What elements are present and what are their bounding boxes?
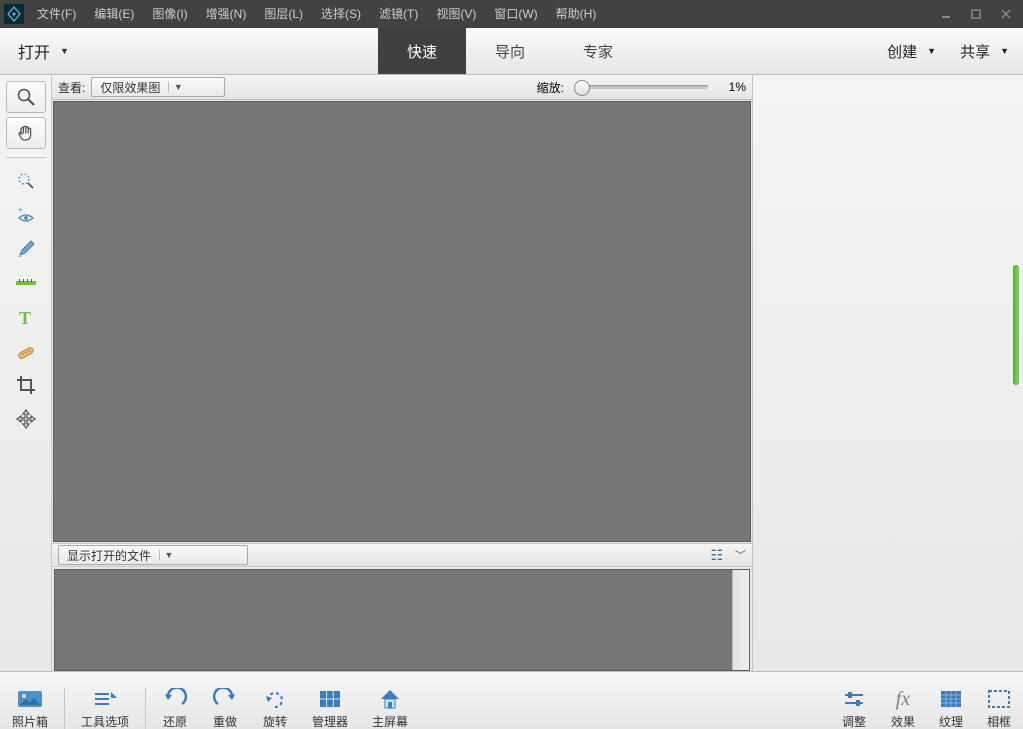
tool-options-label: 工具选项 [81,713,129,729]
tab-guided[interactable]: 导向 [466,28,554,74]
menu-window[interactable]: 窗口(W) [485,0,546,28]
zoom-value: 1% [716,80,746,94]
zoom-label: 缩放: [537,79,564,96]
menu-select[interactable]: 选择(S) [312,0,370,28]
eye-tool[interactable]: + [7,200,45,230]
photo-bin-strip[interactable] [54,569,750,671]
panel-scroll-indicator[interactable] [1013,265,1019,385]
minimize-button[interactable] [933,5,959,23]
share-label: 共享 [960,41,990,62]
textures-button[interactable]: 纹理 [927,678,975,729]
quick-select-tool[interactable] [7,166,45,196]
straighten-tool[interactable] [7,268,45,298]
zoom-tool[interactable] [6,81,46,113]
move-tool[interactable] [7,404,45,434]
redo-icon [212,685,238,713]
redo-button[interactable]: 重做 [200,678,250,729]
tool-column: + T [0,75,52,671]
effects-button[interactable]: fx 效果 [879,678,927,729]
view-options-bar: 查看: 仅限效果图 ▼ 缩放: 1% [52,75,752,100]
photo-bin-label: 照片箱 [12,713,48,729]
app-icon [0,0,28,28]
view-combo-value: 仅限效果图 [92,79,168,96]
chevron-down-icon: ▼ [1000,46,1009,56]
photo-bin-button[interactable]: 照片箱 [0,678,60,729]
menu-image[interactable]: 图像(I) [143,0,196,28]
canvas[interactable] [53,101,751,542]
editor-area: 查看: 仅限效果图 ▼ 缩放: 1% 显示打开的文件 ▼ ☷ ﹀ [52,75,752,671]
chevron-down-icon[interactable]: ﹀ [735,547,746,563]
create-button[interactable]: 创建 ▼ [881,41,942,62]
photo-icon [16,685,44,713]
organizer-label: 管理器 [312,713,348,729]
menu-edit[interactable]: 编辑(E) [85,0,143,28]
texture-icon [939,685,963,713]
organizer-button[interactable]: 管理器 [300,678,360,729]
menu-help[interactable]: 帮助(H) [547,0,606,28]
open-files-value: 显示打开的文件 [59,547,159,564]
frame-icon [987,685,1011,713]
hand-tool[interactable] [6,117,46,149]
home-icon [377,685,403,713]
undo-icon [162,685,188,713]
home-label: 主屏幕 [372,713,408,729]
grid-icon [317,685,343,713]
menu-view[interactable]: 视图(V) [427,0,485,28]
maximize-button[interactable] [963,5,989,23]
workarea: + T 查看: 仅限效果图 ▼ 缩放: 1% 显示打开的文件 ▼ [0,75,1023,671]
menu-layer[interactable]: 图层(L) [255,0,312,28]
open-files-bar: 显示打开的文件 ▼ ☷ ﹀ [52,543,752,567]
open-label: 打开 [18,39,50,63]
chevron-down-icon: ▼ [159,550,178,560]
menu-file[interactable]: 文件(F) [28,0,85,28]
tool-options-button[interactable]: 工具选项 [69,678,141,729]
svg-text:+: + [18,205,23,215]
titlebar: 文件(F) 编辑(E) 图像(I) 增强(N) 图层(L) 选择(S) 滤镜(T… [0,0,1023,28]
sliders-icon [841,685,867,713]
textures-label: 纹理 [939,713,963,729]
view-combo[interactable]: 仅限效果图 ▼ [91,77,225,97]
rotate-icon [262,685,288,713]
rotate-button[interactable]: 旋转 [250,678,300,729]
svg-text:T: T [19,308,31,328]
fx-icon: fx [896,685,910,713]
frames-button[interactable]: 相框 [975,678,1023,729]
brush-tool[interactable] [7,234,45,264]
zoom-slider[interactable] [578,85,708,89]
crop-tool[interactable] [7,370,45,400]
chevron-down-icon: ▼ [60,46,69,56]
open-button[interactable]: 打开 ▼ [0,28,87,74]
redo-label: 重做 [213,713,237,729]
open-files-combo[interactable]: 显示打开的文件 ▼ [58,545,248,565]
undo-button[interactable]: 还原 [150,678,200,729]
tab-expert[interactable]: 专家 [554,28,642,74]
chevron-down-icon: ▼ [168,82,187,92]
menu-enhance[interactable]: 增强(N) [197,0,256,28]
zoom-thumb[interactable] [574,80,590,96]
share-button[interactable]: 共享 ▼ [954,41,1015,62]
adjust-button[interactable]: 调整 [829,678,879,729]
tab-quick[interactable]: 快速 [378,28,466,74]
window-controls [929,5,1023,23]
menu-filter[interactable]: 滤镜(T) [370,0,427,28]
adjust-label: 调整 [842,713,866,729]
chevron-down-icon: ▼ [927,46,936,56]
view-label: 查看: [58,79,85,96]
bottombar: 照片箱 工具选项 还原 重做 旋转 管理器 主屏幕 [0,671,1023,729]
options-icon [91,685,119,713]
right-panel [752,75,1023,671]
list-icon[interactable]: ☷ [710,547,723,564]
heal-tool[interactable] [7,336,45,366]
home-button[interactable]: 主屏幕 [360,678,420,729]
frames-label: 相框 [987,713,1011,729]
text-tool[interactable]: T [7,302,45,332]
create-label: 创建 [887,41,917,62]
rotate-label: 旋转 [263,713,287,729]
modebar: 打开 ▼ 快速 导向 专家 创建 ▼ 共享 ▼ [0,28,1023,75]
scrollbar-vertical[interactable] [732,570,749,670]
effects-label: 效果 [891,713,915,729]
undo-label: 还原 [163,713,187,729]
close-button[interactable] [993,5,1019,23]
